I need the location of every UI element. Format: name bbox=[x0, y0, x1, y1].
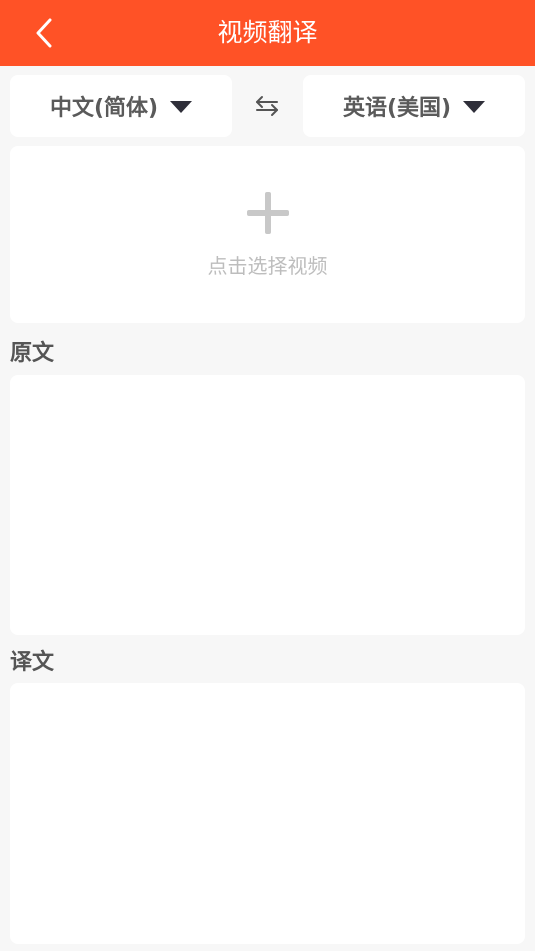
original-text-heading: 原文 bbox=[10, 341, 55, 366]
swap-arrows-icon bbox=[256, 96, 278, 116]
source-language-label: 中文(简体) bbox=[49, 96, 159, 121]
select-video-button[interactable]: 点击选择视频 bbox=[10, 146, 525, 323]
target-language-label: 英语(美国) bbox=[342, 96, 452, 121]
translated-text-area[interactable] bbox=[10, 683, 525, 944]
back-button[interactable] bbox=[22, 12, 66, 54]
target-language-selector[interactable]: 英语(美国) bbox=[303, 75, 525, 137]
source-language-selector[interactable]: 中文(简体) bbox=[10, 75, 232, 137]
caret-down-icon bbox=[463, 94, 486, 119]
page-title: 视频翻译 bbox=[217, 18, 318, 47]
caret-down-icon bbox=[170, 94, 193, 119]
translated-text-heading: 译文 bbox=[10, 650, 55, 675]
app-header: 视频翻译 bbox=[0, 0, 535, 66]
plus-icon bbox=[247, 192, 289, 234]
swap-languages-button[interactable] bbox=[245, 86, 289, 126]
select-video-label: 点击选择视频 bbox=[207, 254, 328, 278]
chevron-left-icon bbox=[36, 18, 52, 48]
original-text-area[interactable] bbox=[10, 375, 525, 635]
